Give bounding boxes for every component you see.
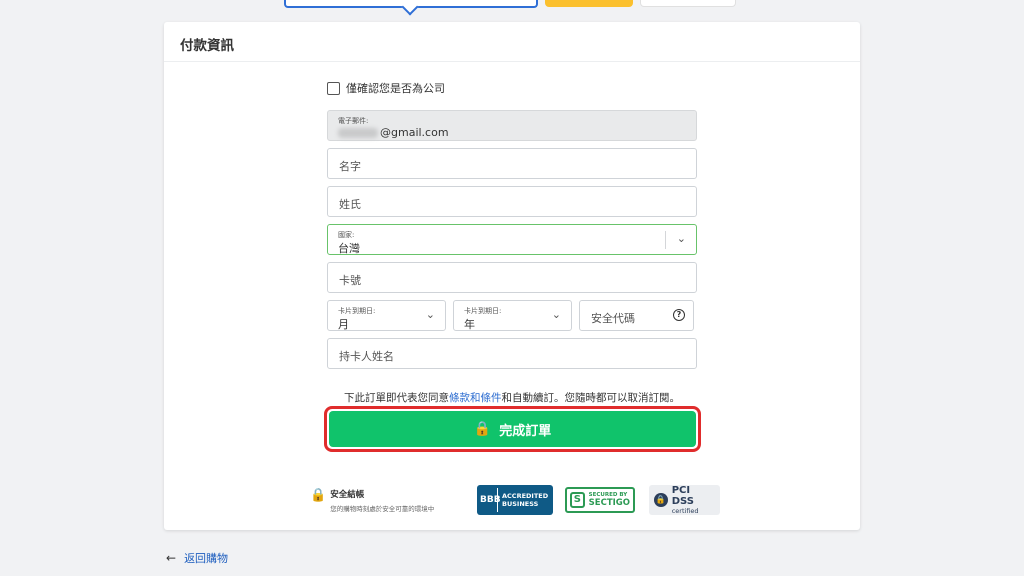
bbb-line1: ACCREDITED: [502, 492, 549, 500]
secure-checkout: 🔒 安全結帳 您的購物時刻處於安全可靠的環境中: [310, 488, 434, 513]
help-icon[interactable]: ?: [673, 309, 685, 321]
bbb-line2: BUSINESS: [502, 500, 539, 508]
lock-icon: 🔒: [473, 421, 492, 437]
pci-big: PCI DSS: [671, 485, 694, 507]
terms-suffix: 和自動續訂。您隨時都可以取消訂閱。: [501, 392, 681, 404]
select-divider: [665, 231, 666, 249]
arrow-left-icon: ←: [166, 551, 177, 565]
email-redaction: [338, 128, 378, 138]
company-label: 僅確認您是否為公司: [346, 82, 445, 95]
terms-prefix: 下此訂單即代表您同意: [344, 392, 449, 404]
exp-month-label: 卡片到期日:: [338, 307, 376, 315]
step-tab-active: [284, 0, 538, 16]
terms-link[interactable]: 條款和條件: [449, 392, 502, 404]
last-name-input[interactable]: 姓氏: [327, 186, 697, 217]
step-tab-white: [640, 0, 736, 7]
pci-lock-icon: 🔒: [654, 493, 668, 507]
card-number-placeholder: 卡號: [339, 274, 361, 287]
sectigo-big: SECTIGO: [588, 498, 630, 508]
last-name-placeholder: 姓氏: [339, 198, 361, 211]
pci-badge: 🔒 PCI DSS certified: [649, 485, 720, 515]
exp-year-value: 年: [464, 318, 475, 331]
country-value: 台灣: [338, 242, 360, 255]
company-checkbox[interactable]: [327, 81, 340, 95]
exp-year-label: 卡片到期日:: [464, 307, 502, 315]
cvv-input[interactable]: 安全代碼 ?: [579, 300, 694, 331]
secure-title: 安全結帳: [330, 490, 365, 500]
exp-year-select[interactable]: 卡片到期日: 年 ⌄: [453, 300, 572, 331]
email-value-wrap: @gmail.com: [338, 126, 449, 139]
payment-form: 僅確認您是否為公司 電子郵件: @gmail.com 名字 姓氏 國家: 台灣 …: [327, 78, 697, 376]
card-header: 付款資訊: [164, 22, 860, 62]
sectigo-logo-icon: S: [570, 492, 585, 508]
cvv-placeholder: 安全代碼: [591, 312, 635, 325]
cardholder-name-input[interactable]: 持卡人姓名: [327, 338, 697, 369]
complete-order-button[interactable]: 🔒 完成訂單: [329, 411, 696, 447]
submit-highlight: 🔒 完成訂單: [324, 406, 701, 452]
chevron-down-icon: ⌄: [425, 308, 435, 321]
bbb-badge: BBB ACCREDITED BUSINESS: [477, 485, 553, 515]
country-select[interactable]: 國家: 台灣 ⌄: [327, 224, 697, 255]
cardholder-placeholder: 持卡人姓名: [339, 350, 394, 363]
exp-month-value: 月: [338, 318, 349, 331]
company-checkbox-row[interactable]: 僅確認您是否為公司: [327, 78, 697, 98]
lock-icon: 🔒: [310, 488, 327, 503]
email-label: 電子郵件:: [338, 117, 369, 125]
email-value: @gmail.com: [380, 126, 449, 139]
page-title: 付款資訊: [180, 38, 234, 54]
country-label: 國家:: [338, 231, 355, 239]
secure-subtitle: 您的購物時刻處於安全可靠的環境中: [330, 505, 435, 513]
bbb-logo-icon: BBB: [480, 488, 501, 512]
exp-month-select[interactable]: 卡片到期日: 月 ⌄: [327, 300, 446, 331]
back-label: 返回購物: [184, 552, 229, 565]
chevron-down-icon: ⌄: [676, 232, 686, 245]
card-number-input[interactable]: 卡號: [327, 262, 697, 293]
first-name-placeholder: 名字: [339, 160, 361, 173]
email-field: 電子郵件: @gmail.com: [327, 110, 697, 141]
payment-card: 付款資訊 僅確認您是否為公司 電子郵件: @gmail.com 名字 姓氏 國家…: [164, 22, 860, 530]
step-tab-yellow: [545, 0, 633, 7]
chevron-down-icon: ⌄: [551, 308, 561, 321]
first-name-input[interactable]: 名字: [327, 148, 697, 179]
pci-small: certified: [671, 507, 699, 515]
back-to-shop-link[interactable]: ← 返回購物: [166, 550, 228, 566]
complete-order-label: 完成訂單: [499, 423, 552, 439]
terms-text: 下此訂單即代表您同意條款和條件和自動續訂。您隨時都可以取消訂閱。: [164, 390, 860, 405]
card-details-row: 卡片到期日: 月 ⌄ 卡片到期日: 年 ⌄ 安全代碼 ?: [327, 300, 697, 331]
sectigo-badge: S SECURED BY SECTIGO: [565, 487, 635, 513]
